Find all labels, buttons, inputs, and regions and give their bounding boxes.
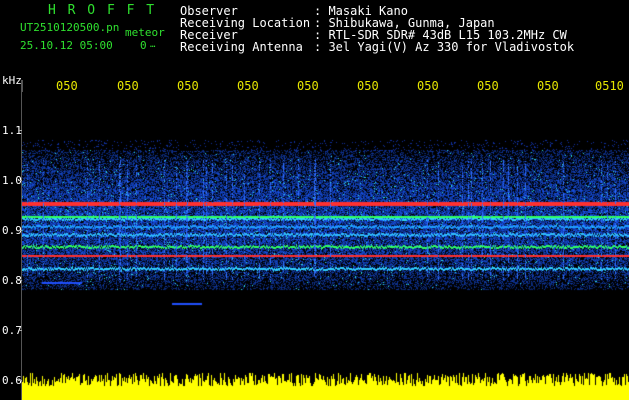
waterfall-spectrogram xyxy=(22,92,629,400)
